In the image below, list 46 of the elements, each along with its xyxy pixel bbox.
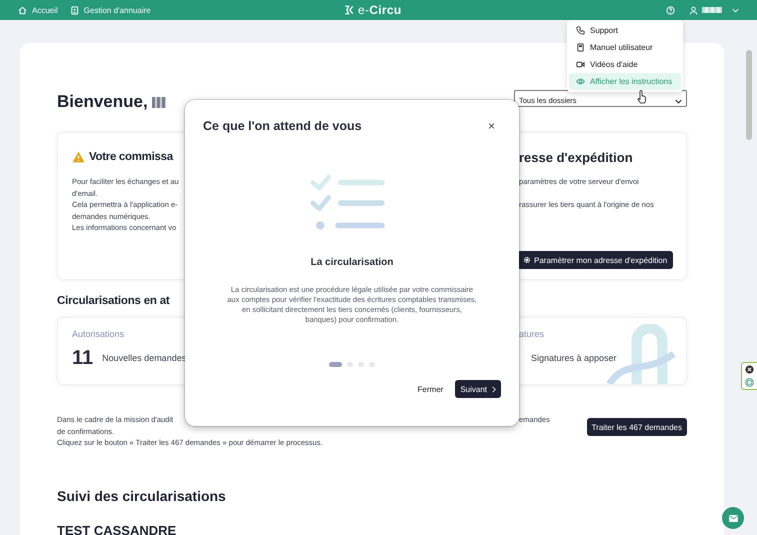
sender-settings-button[interactable]: Paramètrer mon adresse d'expédition [517, 251, 674, 269]
redacted-name [702, 7, 722, 13]
warning-icon [72, 151, 85, 163]
stat-text: Nouvelles demandes [102, 353, 186, 363]
home-icon [18, 6, 27, 14]
process-button[interactable]: Traiter les 467 demandes [586, 418, 687, 436]
close-dialog-button[interactable]: Fermer [416, 384, 446, 394]
menu-item[interactable]: Vidéos d'aide [569, 56, 681, 73]
phone-icon [576, 26, 585, 35]
card-title: Votre commissa [89, 151, 173, 163]
stat-text: Signatures à apposer [531, 353, 617, 363]
close-icon[interactable] [745, 365, 754, 374]
scrollbar[interactable] [746, 50, 752, 140]
section-title: Suivi des circularisations [57, 488, 226, 504]
entry-title: TEST CASSANDRE [57, 523, 178, 535]
dialog-title: Ce que l'on attend de vous [203, 119, 362, 133]
stat-label: atures [519, 329, 546, 339]
menu-item[interactable]: Support [569, 22, 681, 39]
card-title: resse d'expédition [519, 149, 634, 165]
chevron-down-icon [732, 8, 739, 12]
user-menu[interactable] [689, 6, 739, 14]
next-button[interactable]: Suivant [455, 380, 501, 398]
chevron-down-icon [675, 99, 682, 104]
section-title: Circularisations en at [57, 294, 170, 309]
nav-link[interactable]: Gestion d'annuaire [70, 6, 151, 14]
menu-item[interactable]: Manuel utilisateur [569, 39, 681, 56]
close-button[interactable]: × [482, 119, 501, 133]
user-icon [689, 6, 698, 14]
help-icon[interactable] [666, 6, 675, 14]
chevron-right-icon [492, 386, 496, 392]
contact-book-icon [70, 6, 79, 14]
welcome-title: Bienvenue, [57, 92, 148, 112]
step-heading: La circularisation [310, 257, 394, 268]
gear-icon [523, 256, 531, 264]
eye-icon [576, 77, 585, 86]
logo-icon [344, 5, 354, 15]
video-camera-icon [576, 60, 585, 69]
app-logo: e-Circu [358, 3, 402, 17]
stat-label: Autorisations [72, 329, 126, 339]
book-icon [576, 43, 585, 52]
envelope-icon [728, 514, 738, 522]
stat-count: 11 [72, 346, 94, 370]
redacted-name [152, 96, 166, 108]
nav-link[interactable]: Accueil [18, 6, 58, 14]
chat-button[interactable] [722, 507, 744, 529]
step-indicator[interactable] [329, 362, 342, 367]
